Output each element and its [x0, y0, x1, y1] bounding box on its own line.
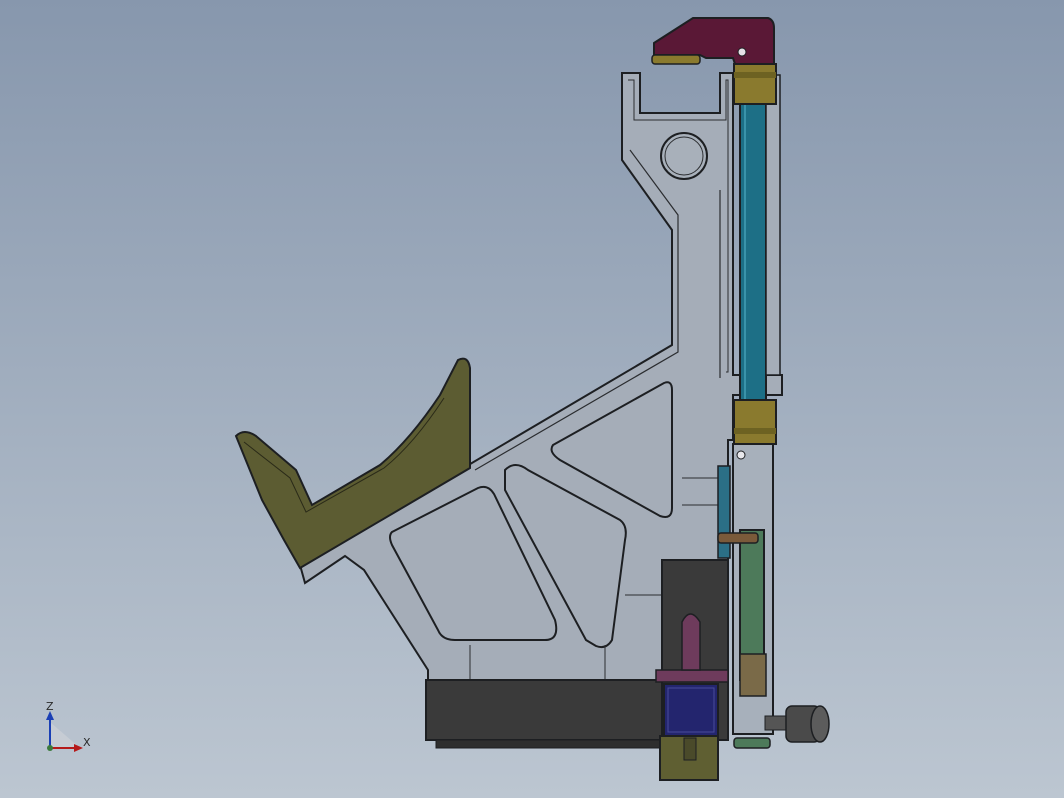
triad-plane — [50, 722, 80, 748]
cylinder-mount[interactable] — [655, 669, 729, 683]
cylinder-block[interactable] — [663, 683, 719, 737]
upper-bushing-band — [734, 72, 776, 78]
motor-assembly[interactable] — [764, 705, 830, 743]
side-plate[interactable] — [717, 465, 731, 559]
upper-bushing[interactable] — [733, 63, 777, 105]
slide-bolt — [736, 450, 746, 460]
frame-hole — [660, 132, 708, 180]
lower-bushing[interactable] — [733, 399, 777, 445]
actuator-knob[interactable] — [681, 613, 701, 671]
base-plate — [435, 739, 663, 749]
x-axis-arrow-icon — [74, 744, 83, 752]
clamp-arm[interactable] — [651, 17, 775, 65]
foot-flange[interactable] — [733, 737, 771, 749]
cad-model-view[interactable]: Z X — [0, 0, 1064, 798]
triad-origin — [47, 745, 53, 751]
cross-pin[interactable] — [717, 532, 759, 544]
lower-rod-collar[interactable] — [739, 653, 767, 697]
orientation-triad: Z X — [46, 700, 91, 752]
clamp-pivot-hole — [737, 47, 747, 57]
guide-cover — [765, 74, 781, 376]
cylinder-rod-end — [683, 737, 697, 761]
motor-shaft[interactable] — [764, 715, 788, 731]
motor-endcap — [810, 705, 830, 743]
x-axis-label: X — [83, 736, 91, 749]
clamp-tip-pad[interactable] — [651, 54, 701, 65]
base-block[interactable] — [425, 679, 667, 741]
lower-bushing-band — [734, 428, 776, 434]
z-axis-label: Z — [46, 700, 54, 713]
cad-viewport[interactable]: Z X — [0, 0, 1064, 798]
